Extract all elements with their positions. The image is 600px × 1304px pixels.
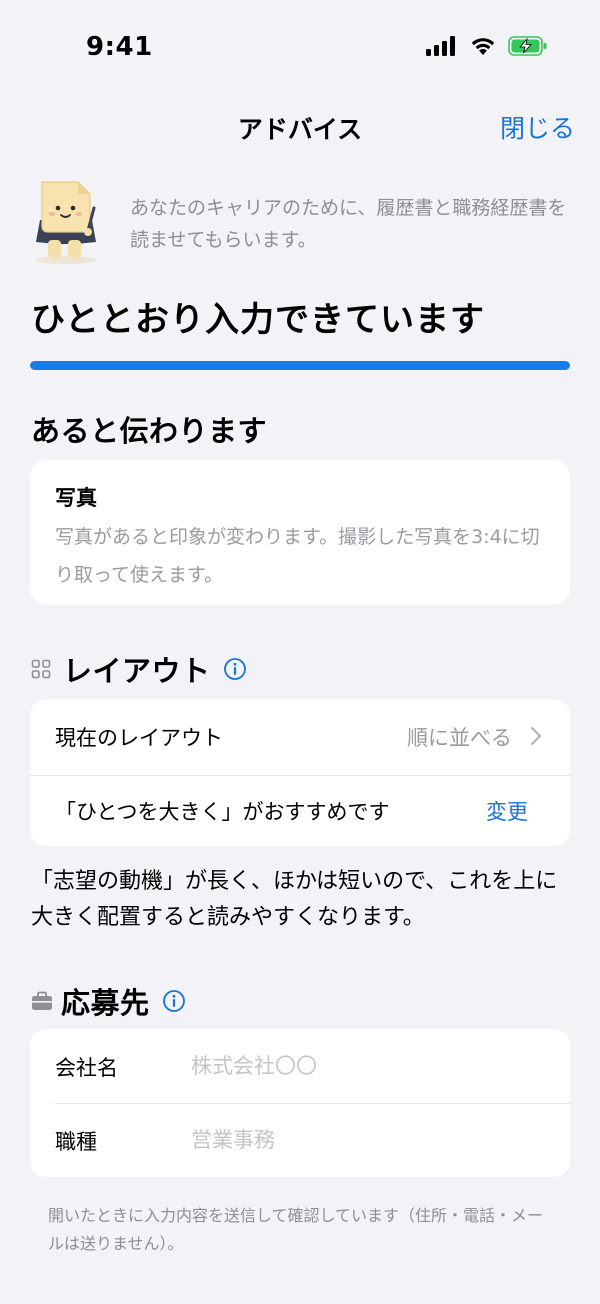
chevron-right-icon — [531, 727, 541, 745]
privacy-note: 開いたときに入力内容を送信して確認しています（住所・電話・メールは送りません）。 — [48, 1206, 544, 1253]
layout-heading: レイアウト — [63, 654, 211, 688]
company-name-row: 会社名 — [30, 1029, 570, 1104]
wifi-icon — [471, 38, 495, 55]
layout-advice: 「志望の動機」が長く、ほかは短いので、これを上に大きく配置すると読みやすくなりま… — [31, 869, 558, 930]
job-type-input[interactable] — [191, 1121, 531, 1159]
job-type-label: 職種 — [55, 1130, 97, 1154]
current-layout-value: 順に並べる — [407, 726, 512, 750]
status-icons — [426, 36, 548, 56]
current-layout-row[interactable]: 現在のレイアウト 順に並べる — [30, 699, 570, 774]
layout-card: 現在のレイアウト 順に並べる 「ひとつを大きく」がおすすめです 変更 — [30, 699, 570, 846]
document-mascot-icon — [36, 181, 96, 264]
info-icon[interactable] — [162, 989, 186, 1013]
close-button[interactable]: 閉じる — [500, 109, 575, 145]
info-icon[interactable] — [223, 657, 247, 681]
layout-heading-row: レイアウト — [31, 648, 247, 690]
battery-charging-icon — [508, 36, 547, 56]
status-bar: 9:41 — [0, 0, 600, 96]
intro: あなたのキャリアのために、履歴書と職務経歴書を読ませてもらいます。 — [28, 180, 572, 270]
company-name-input[interactable] — [191, 1047, 531, 1085]
layout-recommendation-row: 「ひとつを大きく」がおすすめです 変更 — [30, 773, 570, 848]
layout-recommendation: 「ひとつを大きく」がおすすめです — [55, 800, 390, 824]
suggestions-heading: あると伝わります — [31, 414, 268, 448]
current-layout-label: 現在のレイアウト — [55, 726, 223, 750]
application-heading: 応募先 — [61, 986, 150, 1020]
cellular-signal-icon — [426, 36, 455, 56]
briefcase-icon — [32, 991, 52, 1010]
intro-text: あなたのキャリアのために、履歴書と職務経歴書を読ませてもらいます。 — [130, 197, 567, 251]
progress-fill — [30, 361, 570, 370]
navigation-bar: アドバイス 閉じる — [0, 96, 600, 160]
application-heading-row: 応募先 — [31, 980, 186, 1022]
completion-title: ひととおり入力できています — [31, 300, 485, 340]
status-time: 9:41 — [86, 32, 153, 62]
application-card: 会社名 職種 — [30, 1029, 570, 1177]
grid-icon — [31, 659, 51, 679]
photo-suggestion-description: 写真があると印象が変わります。撮影した写真を3:4に切り取って使えます。 — [55, 526, 540, 586]
company-name-label: 会社名 — [55, 1056, 118, 1080]
change-layout-button[interactable]: 変更 — [486, 796, 528, 826]
job-type-row: 職種 — [30, 1103, 570, 1178]
photo-suggestion-title: 写真 — [55, 486, 97, 510]
progress-bar — [30, 361, 570, 370]
photo-suggestion-card[interactable]: 写真 写真があると印象が変わります。撮影した写真を3:4に切り取って使えます。 — [30, 460, 570, 605]
